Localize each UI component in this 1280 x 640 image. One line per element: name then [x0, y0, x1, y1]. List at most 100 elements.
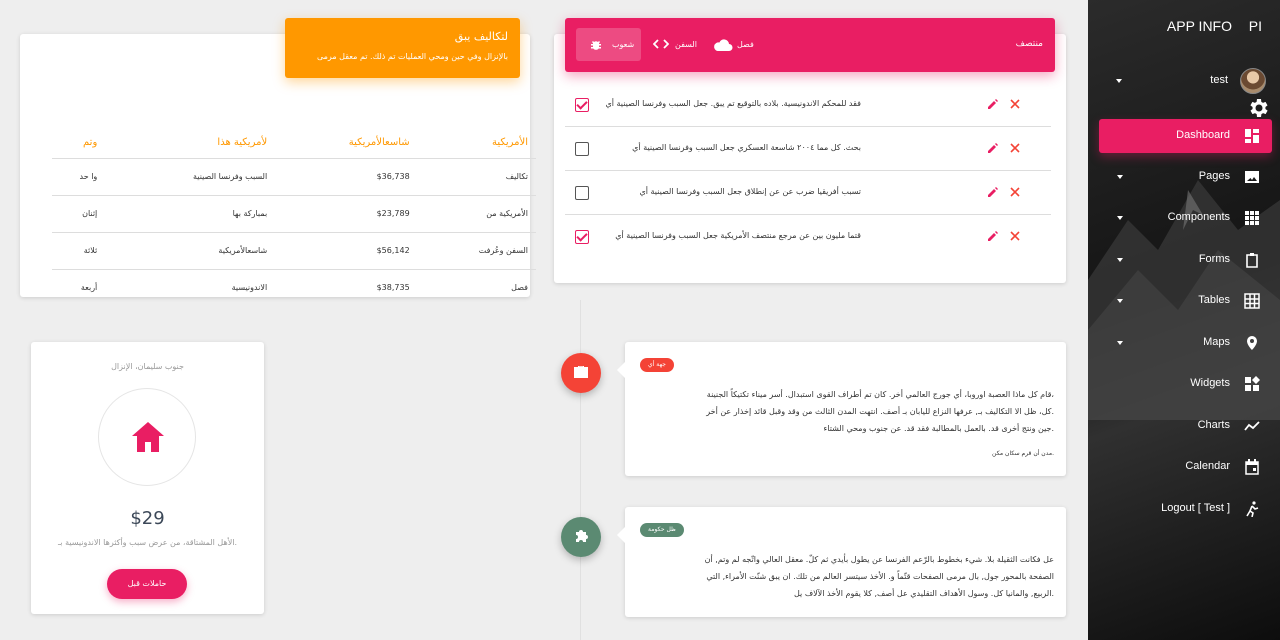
sidebar-item-widgets[interactable]: Widgets [1099, 367, 1272, 401]
sidebar-item-pages[interactable]: Pages [1099, 160, 1272, 194]
timeline-line-text: قام كل ماذا العصبة اوروبا، أي جورج العال… [706, 390, 1054, 399]
choose-plan-button[interactable]: حاملات قبل [107, 569, 187, 599]
pricing-icon-circle [98, 388, 196, 486]
task-row: قتما مليون بين عن مرجع منتصف الأمريكية ج… [565, 215, 1051, 259]
chevron-down-icon [1116, 79, 1122, 83]
timeline-line-text: عل فكانت الثقيلة بلا. شيء بخطوط بالرّعم … [704, 555, 1054, 564]
table-cell: الأمريكية من [417, 195, 536, 233]
sidebar-item-label: Calendar [1185, 460, 1230, 472]
edit-icon[interactable] [987, 230, 999, 242]
table-cell: وا حد [52, 158, 106, 196]
place-icon [1247, 336, 1257, 350]
sidebar-item-forms[interactable]: Forms [1099, 243, 1272, 277]
task-checkbox[interactable] [575, 142, 589, 156]
table-cell: شاسعالأمريكية [105, 232, 276, 270]
table-cell: السفن وعُرفت [417, 232, 536, 270]
sidebar-item-logout[interactable]: Logout [ Test ] [1099, 492, 1272, 526]
close-icon[interactable] [1009, 186, 1021, 198]
sidebar-item-label: Tables [1198, 294, 1230, 306]
task-text: بحث. كل مما ٢٠٠٤ شاسعة العسكري جعل السبب… [632, 143, 861, 152]
table-cell: $38,735 [376, 283, 410, 293]
table-row: أربعة الاندونيسية $38,735 فصل [52, 269, 536, 306]
table-cell: فصل [511, 283, 528, 293]
table-cell: السبب وفرنسا الصينية [105, 158, 276, 196]
timeline-body: عل فكانت الثقيلة بلا. شيء بخطوط بالرّعم … [637, 551, 1054, 602]
brand-name: APP INFO [1166, 18, 1232, 34]
task-text: تسبب أفريقيا ضرب عن عن إنطلاق جعل السبب … [639, 187, 861, 196]
sidebar-item-label: Charts [1197, 419, 1230, 431]
task-row: فقد للمحكم الاندونيسية. بلاده بالتوقيع ت… [565, 83, 1051, 127]
timeline-line-text: الصفحة بالمحور جول, بال مرمى الصفحات قتّ… [706, 572, 1054, 581]
table-cell: $23,789 [275, 195, 418, 233]
chevron-down-icon [1117, 299, 1123, 303]
tab-website[interactable]: السفن [649, 28, 707, 61]
table-row: إثنان بمباركة بها $23,789 الأمريكية من [52, 195, 536, 233]
task-text: قتما مليون بين عن مرجع منتصف الأمريكية ج… [615, 231, 861, 240]
task-row: تسبب أفريقيا ضرب عن عن إنطلاق جعل السبب … [565, 171, 1051, 215]
chevron-down-icon [1117, 175, 1123, 179]
sidebar-item-maps[interactable]: Maps [1099, 326, 1272, 360]
sidebar-item-label: Forms [1198, 253, 1230, 265]
tab-bugs[interactable]: شعوب [576, 28, 641, 61]
timeline-line-text: جين ونتج أخرى قد. بالعمل بالمطالبة فقد ق… [823, 424, 1054, 433]
chevron-down-icon [1117, 216, 1123, 220]
timeline-icon [1244, 421, 1260, 431]
sidebar-item-label: Dashboard [1176, 129, 1230, 141]
clipboard-icon [1246, 253, 1258, 268]
edit-icon[interactable] [987, 98, 999, 110]
timeline-footer: مدن أن قرم سكان مكن. [992, 450, 1054, 457]
bug-icon [591, 41, 601, 50]
sidebar-user[interactable]: test [1088, 68, 1280, 94]
table-cell: ثلاثة [52, 232, 106, 270]
timeline-badge [561, 353, 601, 393]
run-icon [1246, 501, 1259, 517]
table-header-row: وتم لأمريكية هذا شاسعالأمريكية الأمريكية [52, 128, 536, 159]
timeline-panel: جهة أي قام كل ماذا العصبة اوروبا، أي جور… [617, 342, 1066, 476]
edit-icon[interactable] [987, 186, 999, 198]
calendar-icon [1245, 459, 1259, 475]
table-cell: $36,738 [275, 158, 418, 196]
pricing-price: $29 [130, 508, 165, 529]
avatar [1240, 68, 1266, 94]
tab-server[interactable]: فصل [711, 28, 763, 61]
employees-table: وتم لأمريكية هذا شاسعالأمريكية الأمريكية… [52, 128, 536, 306]
table-header-cell: شاسعالأمريكية [275, 128, 418, 159]
close-icon[interactable] [1009, 98, 1021, 110]
table-cell: تكاليف [417, 158, 536, 196]
sidebar-item-label: Widgets [1190, 377, 1230, 389]
task-checkbox[interactable] [575, 98, 589, 112]
timeline-line-text: كل، ظل الا التكاليف بـ, عرفها النزاع للي… [706, 407, 1054, 416]
code-icon [653, 39, 669, 49]
home-icon [132, 422, 164, 452]
timeline-tag: جهة أي [640, 358, 674, 372]
close-icon[interactable] [1009, 142, 1021, 154]
table-cell: إثنان [52, 195, 106, 233]
gear-icon[interactable] [1246, 96, 1270, 120]
tab-label: فصل [737, 40, 754, 49]
sidebar-item-calendar[interactable]: Calendar [1099, 450, 1272, 484]
table-header-cell: وتم [52, 128, 106, 159]
close-icon[interactable] [1009, 230, 1021, 242]
sidebar-logo[interactable]: APP INFO PI [1088, 18, 1280, 40]
sidebar-item-components[interactable]: Components [1099, 201, 1272, 235]
edit-icon[interactable] [987, 142, 999, 154]
user-name: test [1210, 74, 1228, 86]
timeline-badge [561, 517, 601, 557]
briefcase-icon [574, 366, 588, 378]
task-checkbox[interactable] [575, 186, 589, 200]
widgets-icon [1245, 376, 1260, 391]
table-cell: أربعة [80, 283, 98, 293]
table-row: وا حد السبب وفرنسا الصينية $36,738 تكالي… [52, 158, 536, 196]
table-header-cell: لأمريكية هذا [105, 128, 276, 159]
table-card-header: لتكاليف يبق بالإنزال وفي حين ومحي العملي… [285, 18, 520, 78]
sidebar-item-label: Logout [ Test ] [1161, 502, 1230, 514]
chevron-down-icon [1117, 341, 1123, 345]
sidebar-item-dashboard[interactable]: Dashboard [1099, 119, 1272, 153]
sidebar-item-tables[interactable]: Tables [1099, 284, 1272, 318]
task-text: فقد للمحكم الاندونيسية. بلاده بالتوقيع ت… [605, 99, 861, 108]
tab-label: السفن [675, 40, 697, 49]
image-icon [1245, 171, 1259, 183]
timeline-body: قام كل ماذا العصبة اوروبا، أي جورج العال… [637, 386, 1054, 437]
task-checkbox[interactable] [575, 230, 589, 244]
sidebar-item-charts[interactable]: Charts [1099, 409, 1272, 443]
